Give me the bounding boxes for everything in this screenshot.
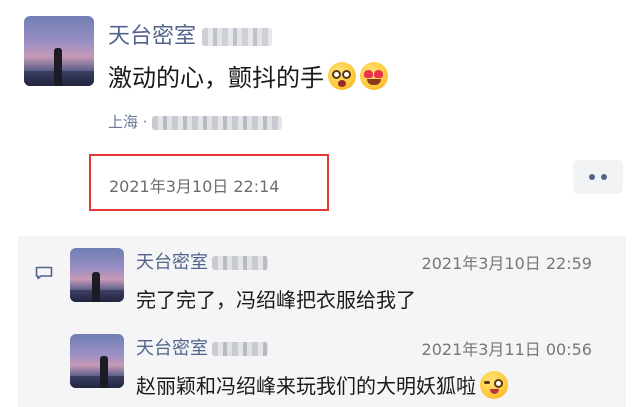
comment-author[interactable]: 天台密室 (136, 334, 268, 360)
more-dot-icon (601, 174, 607, 180)
comment-time: 2021年3月11日 00:56 (421, 340, 592, 359)
comment-text: 完了完了，冯绍峰把衣服给我了 (136, 284, 416, 313)
comment-author-text: 天台密室 (136, 338, 208, 359)
post-timestamp: 2021年3月10日 22:14 (109, 177, 280, 196)
comment-text-content: 赵丽颖和冯绍峰来玩我们的大明妖狐啦 (136, 374, 476, 398)
comment-avatar[interactable] (70, 248, 124, 302)
more-dot-icon (589, 174, 595, 180)
post-author-avatar[interactable] (24, 16, 94, 86)
post-content-text: 激动的心，颤抖的手 (108, 64, 324, 92)
comment-avatar[interactable] (70, 334, 124, 388)
timestamp-highlight-box: 2021年3月10日 22:14 (89, 154, 329, 211)
dizzy-face-emoji-icon (328, 61, 356, 90)
post-location[interactable]: 上海 · (108, 111, 282, 132)
blurred-name-suffix (212, 256, 268, 270)
comment-section: 天台密室 2021年3月10日 22:59 完了完了，冯绍峰把衣服给我了 天台密… (18, 236, 626, 407)
comment-icon (35, 266, 53, 280)
blurred-name-suffix (202, 28, 273, 46)
comment-text: 赵丽颖和冯绍峰来玩我们的大明妖狐啦 (136, 370, 508, 399)
more-actions-button[interactable] (573, 160, 623, 194)
comment-text-content: 完了完了，冯绍峰把衣服给我了 (136, 288, 416, 312)
post-content: 激动的心，颤抖的手 (108, 58, 388, 93)
heart-eyes-emoji-icon (360, 61, 388, 90)
blurred-location-detail (151, 115, 282, 130)
comment-time: 2021年3月10日 22:59 (421, 254, 592, 273)
wink-emoji-icon (480, 370, 508, 399)
blurred-name-suffix (212, 342, 268, 356)
post-author-name[interactable]: 天台密室 (108, 18, 273, 50)
post-location-city: 上海 · (108, 113, 148, 131)
post-author-name-text: 天台密室 (108, 24, 197, 49)
comment-author[interactable]: 天台密室 (136, 248, 268, 274)
comment-author-text: 天台密室 (136, 252, 208, 273)
